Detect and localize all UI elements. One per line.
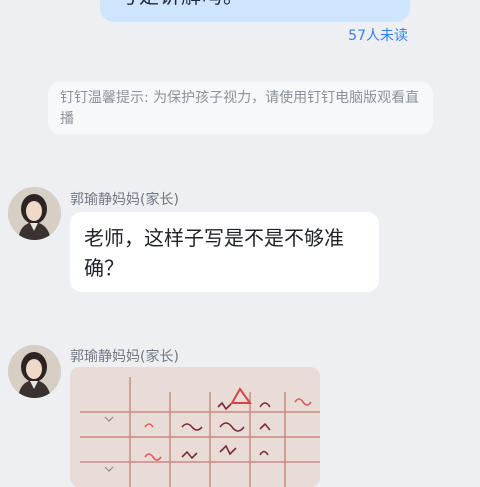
system-tip: 钉钉温馨提示: 为保护孩子视力，请使用钉钉电脑版观看直播 xyxy=(48,82,433,134)
image-message[interactable] xyxy=(70,367,320,487)
homework-photo-icon xyxy=(70,367,320,487)
message-bubble[interactable]: 老师，这样子写是不是不够准确？ xyxy=(70,212,379,292)
avatar[interactable] xyxy=(8,187,61,240)
unread-count-link[interactable]: 57人未读 xyxy=(348,25,408,45)
sender-name: 郭瑜静妈妈(家长) xyxy=(70,349,179,365)
own-message-bubble[interactable]: 号是讲解吗。 xyxy=(100,0,410,22)
avatar-photo-icon xyxy=(8,345,61,398)
avatar-photo-icon xyxy=(8,187,61,240)
own-message-text: 号是讲解吗。 xyxy=(118,0,244,9)
sender-name: 郭瑜静妈妈(家长) xyxy=(70,192,179,208)
avatar[interactable] xyxy=(8,345,61,398)
